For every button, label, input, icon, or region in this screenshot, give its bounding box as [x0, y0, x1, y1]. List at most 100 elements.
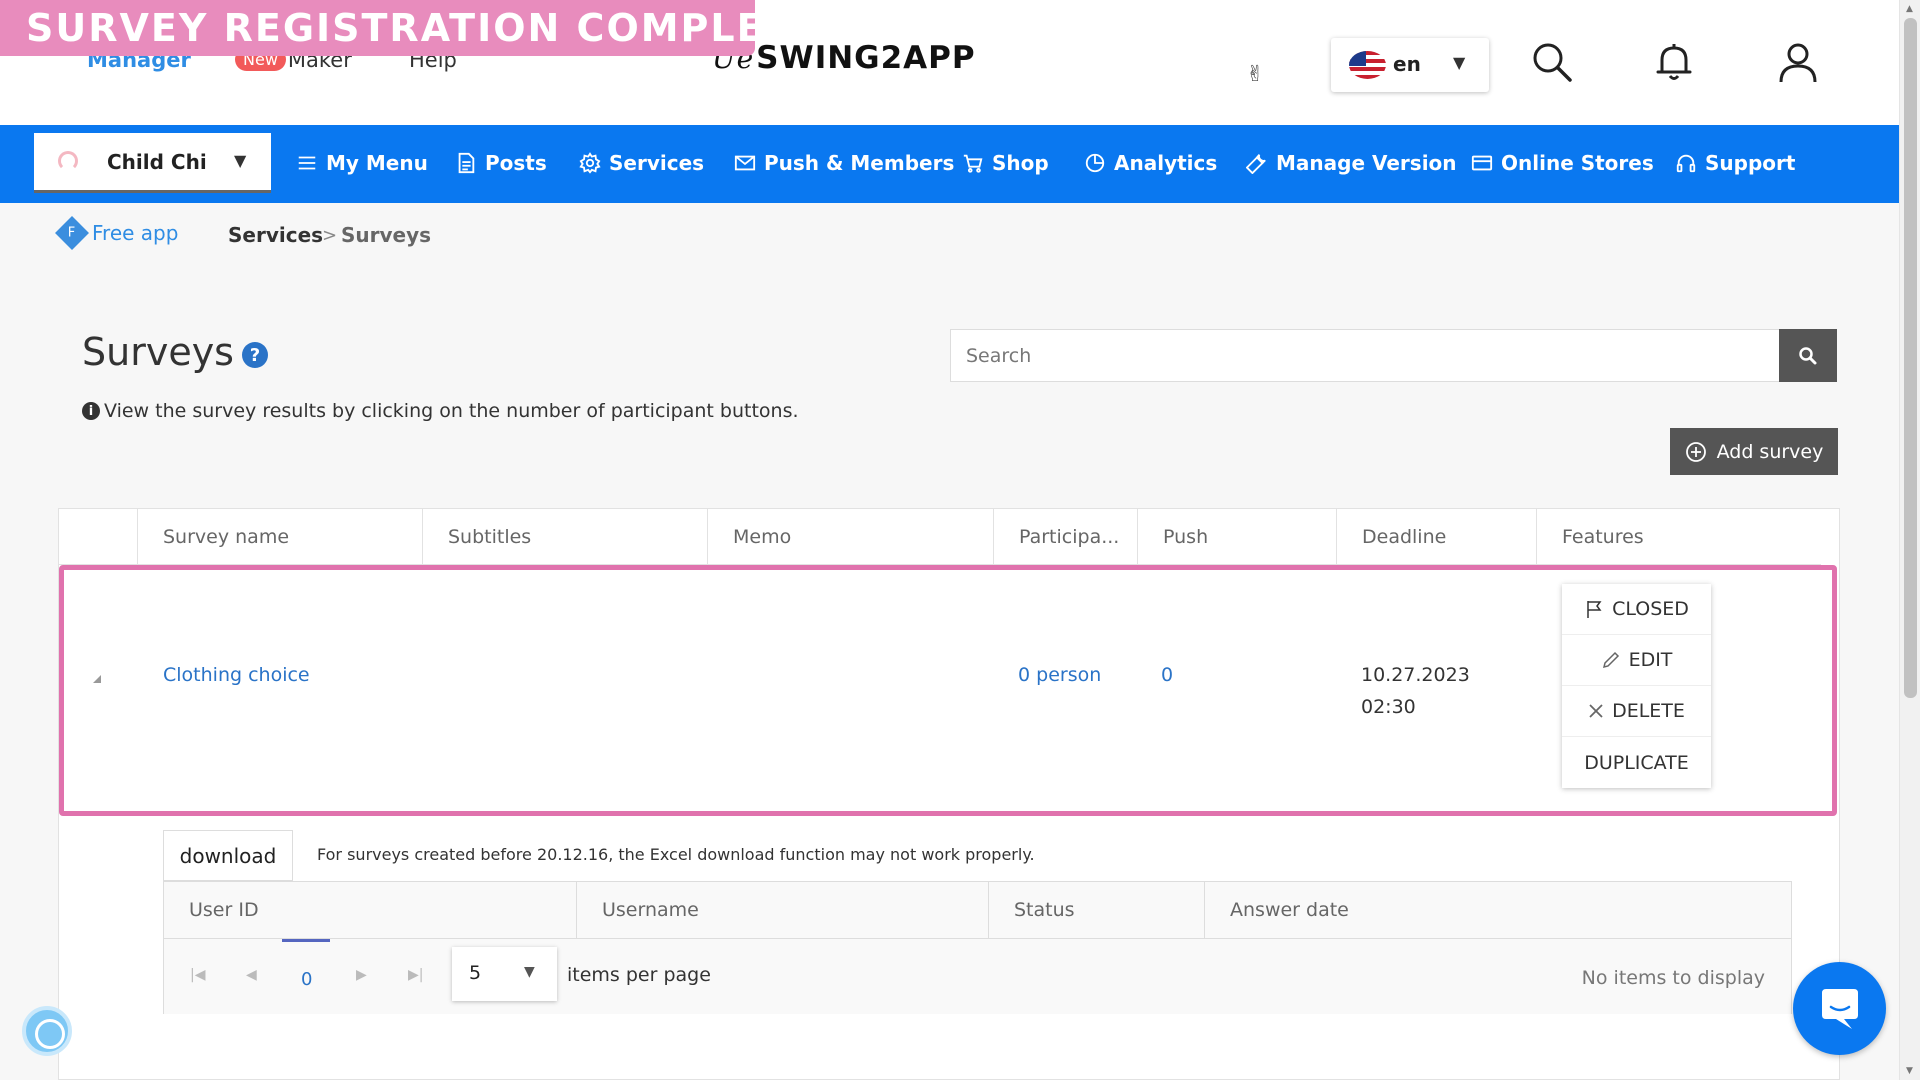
main-nav: Child Chi ▼ My Menu Posts Services Push …	[0, 125, 1899, 203]
add-survey-label: Add survey	[1716, 440, 1824, 463]
chevron-down-icon: ▼	[234, 151, 247, 170]
first-page-icon[interactable]: |◀	[190, 967, 205, 983]
next-page-icon[interactable]: ▶	[356, 967, 367, 983]
notification-ring-icon[interactable]	[22, 1006, 72, 1056]
menu-label: Analytics	[1114, 151, 1218, 175]
participants-button[interactable]: 0 person	[1018, 664, 1101, 686]
help-icon[interactable]: ?	[241, 342, 268, 368]
download-button[interactable]: download	[163, 830, 293, 881]
deadline-date: 10.27.2023	[1361, 664, 1470, 686]
free-app-link[interactable]: F Free app	[55, 216, 178, 250]
menu-services[interactable]: Services	[579, 151, 704, 175]
add-survey-button[interactable]: Add survey	[1670, 428, 1838, 475]
scroll-down-icon[interactable]: ▼	[1906, 1066, 1913, 1076]
scroll-up-icon[interactable]: ▲	[1906, 4, 1913, 14]
column-participants[interactable]: Participa...	[993, 509, 1137, 565]
column-survey-name[interactable]: Survey name	[137, 509, 422, 565]
card-icon	[1471, 155, 1493, 171]
column-username[interactable]: Username	[576, 882, 988, 939]
gear-icon	[579, 152, 601, 174]
free-plan-icon: F	[55, 216, 89, 250]
menu-label: Posts	[485, 151, 547, 175]
menu-online-stores[interactable]: Online Stores	[1471, 151, 1654, 175]
column-memo[interactable]: Memo	[707, 509, 993, 565]
pager: |◀ ◀ 0 ▶ ▶| 5 ▼ items per page No items …	[164, 939, 1791, 1014]
current-page[interactable]: 0	[301, 969, 312, 990]
deadline-cell: 10.27.2023 02:30	[1361, 659, 1470, 723]
scrollbar-thumb[interactable]	[1904, 18, 1917, 698]
app-select[interactable]: Child Chi ▼	[34, 133, 271, 193]
column-subtitles[interactable]: Subtitles	[422, 509, 707, 565]
edit-button[interactable]: EDIT	[1562, 635, 1711, 686]
prev-page-icon[interactable]: ◀	[246, 967, 257, 983]
chevron-down-icon: ▼	[524, 964, 535, 980]
download-note: For surveys created before 20.12.16, the…	[317, 845, 1035, 864]
active-page-indicator	[282, 939, 330, 942]
menu-label: My Menu	[326, 151, 428, 175]
menu-label: Push & Members	[764, 151, 955, 175]
info-text: View the survey results by clicking on t…	[104, 400, 799, 422]
breadcrumb-surveys: Surveys	[341, 223, 432, 247]
pencil-icon	[1602, 651, 1619, 669]
page-scrollbar[interactable]: ▲ ▼	[1899, 0, 1920, 1080]
duplicate-button[interactable]: DUPLICATE	[1562, 737, 1711, 788]
column-deadline[interactable]: Deadline	[1336, 509, 1536, 565]
menu-manage-version[interactable]: Manage Version	[1246, 151, 1457, 175]
column-user-id[interactable]: User ID	[164, 882, 576, 939]
menu-support[interactable]: Support	[1675, 151, 1795, 175]
search-button[interactable]	[1779, 329, 1837, 382]
chevron-down-icon: ▼	[1453, 53, 1466, 72]
responses-grid: User ID Username Status Answer date |◀ ◀…	[163, 881, 1792, 1014]
menu-analytics[interactable]: Analytics	[1084, 151, 1217, 175]
cart-icon	[963, 154, 983, 173]
menu-push-members[interactable]: Push & Members	[734, 151, 954, 175]
app-name: Child Chi	[107, 150, 207, 174]
column-answer-date[interactable]: Answer date	[1204, 882, 1792, 939]
flag-icon	[1587, 601, 1602, 618]
pie-chart-icon	[1085, 153, 1105, 173]
menu-label: Online Stores	[1501, 151, 1654, 175]
menu-label: Support	[1705, 151, 1796, 175]
empty-message: No items to display	[1581, 967, 1765, 989]
closed-button[interactable]: CLOSED	[1562, 584, 1711, 635]
search-field	[950, 329, 1837, 382]
language-select[interactable]: en ▼	[1331, 38, 1489, 92]
breadcrumb: F Free app Services > Surveys	[0, 203, 1899, 265]
bell-icon[interactable]	[1652, 40, 1696, 84]
chat-icon[interactable]	[1793, 962, 1886, 1055]
breadcrumb-separator: >	[322, 225, 338, 246]
deadline-time: 02:30	[1361, 696, 1416, 718]
us-flag-icon	[1349, 51, 1386, 79]
menu-label: Manage Version	[1276, 151, 1457, 175]
search-icon	[1799, 346, 1817, 364]
page-size-select[interactable]: 5 ▼	[452, 947, 557, 1001]
column-status[interactable]: Status	[988, 882, 1204, 939]
push-count-link[interactable]: 0	[1161, 664, 1173, 686]
last-page-icon[interactable]: ▶|	[408, 967, 423, 983]
envelope-icon	[734, 155, 756, 171]
page-size-value: 5	[469, 962, 482, 984]
delete-button[interactable]: DELETE	[1562, 686, 1711, 737]
user-icon[interactable]	[1776, 40, 1820, 84]
expand-row-icon[interactable]	[93, 675, 101, 683]
search-icon[interactable]	[1530, 40, 1574, 84]
app-icon	[58, 151, 78, 171]
grid-header: Survey name Subtitles Memo Participa... …	[59, 509, 1821, 565]
document-icon	[458, 152, 475, 174]
breadcrumb-services[interactable]: Services	[228, 223, 323, 247]
column-features[interactable]: Features	[1536, 509, 1821, 565]
menu-posts[interactable]: Posts	[455, 151, 547, 175]
menu-label: Services	[609, 151, 705, 175]
menu-shop[interactable]: Shop	[962, 151, 1049, 175]
table-row: Clothing choice 0 person 0 10.27.2023 02…	[59, 567, 1821, 803]
hand-icon[interactable]: ✌	[1246, 62, 1264, 87]
responses-header: User ID Username Status Answer date	[164, 882, 1791, 939]
search-input[interactable]	[951, 330, 1771, 381]
menu-my-menu[interactable]: My Menu	[296, 151, 428, 175]
hamburger-icon	[298, 156, 316, 170]
column-push[interactable]: Push	[1137, 509, 1336, 565]
survey-name-link[interactable]: Clothing choice	[163, 664, 310, 686]
features-menu: CLOSED EDIT DELETE DUPLICATE	[1562, 584, 1711, 788]
page-title: Surveys ?	[82, 330, 268, 374]
headset-icon	[1676, 154, 1696, 173]
